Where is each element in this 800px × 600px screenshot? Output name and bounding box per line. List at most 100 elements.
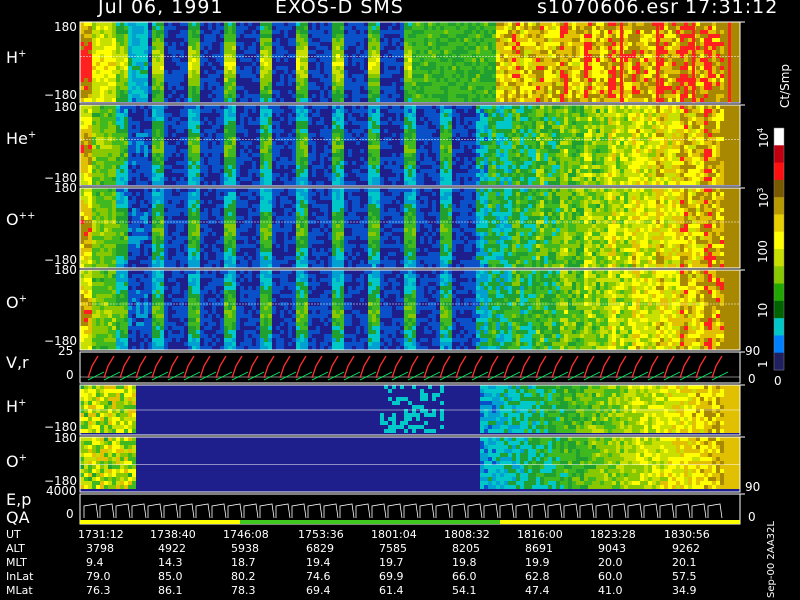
heatmap-cell bbox=[424, 94, 428, 98]
heatmap-cell bbox=[560, 133, 564, 137]
heatmap-cell bbox=[232, 145, 236, 149]
heatmap-cell bbox=[580, 38, 584, 42]
heatmap-cell bbox=[496, 78, 500, 82]
heatmap-cell bbox=[108, 125, 112, 129]
heatmap-cell bbox=[108, 149, 112, 153]
heatmap-cell bbox=[328, 82, 332, 86]
heatmap-cell bbox=[568, 177, 572, 181]
heatmap-cell bbox=[216, 161, 220, 165]
heatmap-cell bbox=[540, 117, 544, 121]
heatmap-cell bbox=[736, 62, 740, 66]
heatmap-cell bbox=[252, 157, 256, 161]
heatmap-cell bbox=[80, 157, 84, 161]
heatmap-cell bbox=[532, 30, 536, 34]
heatmap-cell bbox=[100, 34, 104, 38]
heatmap-cell bbox=[92, 137, 96, 141]
heatmap-cell bbox=[696, 46, 700, 50]
heatmap-cell bbox=[684, 30, 688, 34]
heatmap-cell bbox=[548, 145, 552, 149]
heatmap-cell bbox=[488, 165, 492, 169]
heatmap-cell bbox=[700, 82, 704, 86]
heatmap-cell bbox=[568, 50, 572, 54]
heatmap-cell bbox=[132, 149, 136, 153]
heatmap-cell bbox=[396, 66, 400, 70]
heatmap-cell bbox=[92, 169, 96, 173]
heatmap-cell bbox=[352, 121, 356, 125]
heatmap-cell bbox=[496, 98, 500, 102]
heatmap-cell bbox=[516, 94, 520, 98]
heatmap-cell bbox=[476, 125, 480, 129]
heatmap-cell bbox=[452, 46, 456, 50]
heatmap-cell bbox=[84, 50, 88, 54]
heatmap-cell bbox=[600, 26, 604, 30]
heatmap-cell bbox=[120, 113, 124, 117]
heatmap-cell bbox=[608, 58, 612, 62]
heatmap-cell bbox=[228, 149, 232, 153]
heatmap-cell bbox=[308, 30, 312, 34]
heatmap-cell bbox=[452, 38, 456, 42]
heatmap-cell bbox=[444, 117, 448, 121]
heatmap-cell bbox=[124, 66, 128, 70]
heatmap-cell bbox=[88, 121, 92, 125]
heatmap-cell bbox=[724, 98, 728, 102]
heatmap-cell bbox=[536, 22, 540, 26]
heatmap-cell bbox=[684, 34, 688, 38]
heatmap-cell bbox=[320, 26, 324, 30]
heatmap-cell bbox=[264, 169, 268, 173]
heatmap-cell bbox=[528, 121, 532, 125]
heatmap-cell bbox=[556, 113, 560, 117]
heatmap-cell bbox=[336, 90, 340, 94]
heatmap-cell bbox=[476, 30, 480, 34]
heatmap-cell bbox=[476, 105, 480, 109]
heatmap-cell bbox=[232, 82, 236, 86]
heatmap-cell bbox=[668, 94, 672, 98]
heatmap-cell bbox=[480, 42, 484, 46]
heatmap-cell bbox=[208, 109, 212, 113]
heatmap-cell bbox=[548, 46, 552, 50]
heatmap-cell bbox=[504, 149, 508, 153]
heatmap-cell bbox=[104, 165, 108, 169]
heatmap-cell bbox=[448, 113, 452, 117]
heatmap-cell bbox=[124, 109, 128, 113]
heatmap-cell bbox=[440, 181, 444, 185]
heatmap-cell bbox=[100, 58, 104, 62]
heatmap-cell bbox=[552, 165, 556, 169]
heatmap-cell bbox=[116, 141, 120, 145]
heatmap-cell bbox=[80, 98, 84, 102]
heatmap-cell bbox=[84, 38, 88, 42]
heatmap-cell bbox=[268, 26, 272, 30]
heatmap-cell bbox=[136, 137, 140, 141]
heatmap-cell bbox=[88, 66, 92, 70]
heatmap-cell bbox=[332, 133, 336, 137]
heatmap-cell bbox=[360, 125, 364, 129]
heatmap-cell bbox=[80, 38, 84, 42]
heatmap-cell bbox=[212, 98, 216, 102]
heatmap-cell bbox=[304, 98, 308, 102]
heatmap-cell bbox=[116, 181, 120, 185]
heatmap-cell bbox=[432, 50, 436, 54]
heatmap-cell bbox=[564, 70, 568, 74]
heatmap-cell bbox=[216, 74, 220, 78]
heatmap-cell bbox=[436, 50, 440, 54]
heatmap-cell bbox=[420, 161, 424, 165]
heatmap-cell bbox=[116, 78, 120, 82]
heatmap-cell bbox=[504, 22, 508, 26]
heatmap-cell bbox=[312, 105, 316, 109]
heatmap-cell bbox=[524, 105, 528, 109]
heatmap-cell bbox=[416, 70, 420, 74]
heatmap-cell bbox=[136, 26, 140, 30]
heatmap-cell bbox=[632, 66, 636, 70]
heatmap-cell bbox=[484, 109, 488, 113]
heatmap-cell bbox=[448, 161, 452, 165]
heatmap-cell bbox=[544, 153, 548, 157]
heatmap-cell bbox=[676, 22, 680, 26]
heatmap-cell bbox=[564, 78, 568, 82]
heatmap-cell bbox=[88, 50, 92, 54]
heatmap-cell bbox=[384, 125, 388, 129]
heatmap-cell bbox=[552, 70, 556, 74]
heatmap-cell bbox=[220, 46, 224, 50]
heatmap-cell bbox=[616, 50, 620, 54]
heatmap-cell bbox=[196, 74, 200, 78]
heatmap-cell bbox=[412, 177, 416, 181]
heatmap-cell bbox=[360, 157, 364, 161]
